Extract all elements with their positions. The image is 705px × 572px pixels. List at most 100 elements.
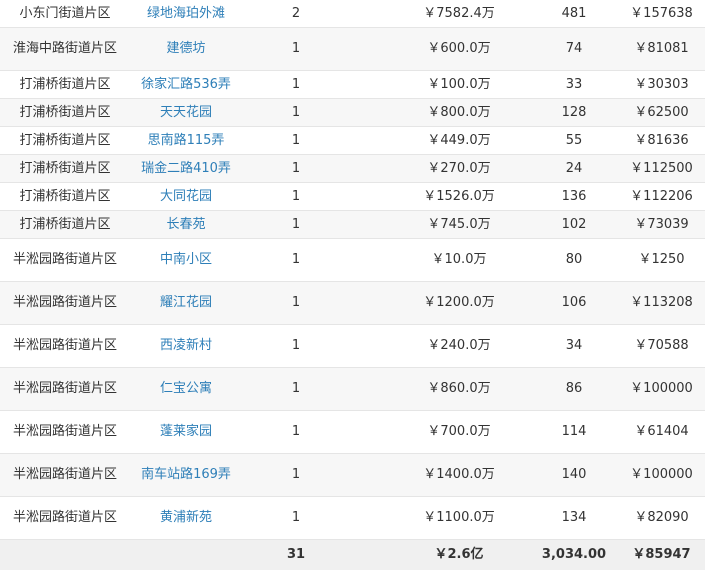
community-link[interactable]: 徐家汇路536弄 (130, 70, 242, 99)
unit-price-cell: ￥100000 (618, 453, 705, 497)
area-cell: 128 (530, 98, 618, 127)
amount-cell: ￥240.0万 (350, 324, 530, 368)
unit-price-cell: ￥81081 (618, 27, 705, 71)
unit-price-cell: ￥81636 (618, 126, 705, 155)
total-community-cell (130, 539, 242, 570)
community-link[interactable]: 南车站路169弄 (130, 453, 242, 497)
community-link[interactable]: 天天花园 (130, 98, 242, 127)
count-cell: 1 (242, 126, 350, 155)
total-unit-price: ￥85947 (618, 539, 705, 570)
community-link[interactable]: 大同花园 (130, 182, 242, 211)
unit-price-cell: ￥82090 (618, 496, 705, 540)
area-cell: 102 (530, 210, 618, 239)
count-cell: 1 (242, 238, 350, 282)
amount-cell: ￥449.0万 (350, 126, 530, 155)
count-cell: 1 (242, 70, 350, 99)
unit-price-cell: ￥62500 (618, 98, 705, 127)
total-amount: ￥2.6亿 (350, 539, 530, 570)
district-cell: 打浦桥街道片区 (0, 70, 130, 99)
count-cell: 2 (242, 0, 350, 28)
district-cell: 半淞园路街道片区 (0, 238, 130, 282)
unit-price-cell: ￥1250 (618, 238, 705, 282)
amount-cell: ￥600.0万 (350, 27, 530, 71)
district-cell: 半淞园路街道片区 (0, 281, 130, 325)
district-cell: 半淞园路街道片区 (0, 410, 130, 454)
count-cell: 1 (242, 210, 350, 239)
community-link[interactable]: 瑞金二路410弄 (130, 154, 242, 183)
amount-cell: ￥700.0万 (350, 410, 530, 454)
area-cell: 106 (530, 281, 618, 325)
district-cell: 小东门街道片区 (0, 0, 130, 28)
count-cell: 1 (242, 453, 350, 497)
total-count: 31 (242, 539, 350, 570)
area-cell: 140 (530, 453, 618, 497)
community-link[interactable]: 中南小区 (130, 238, 242, 282)
table-row: 小东门街道片区 绿地海珀外滩 2 ￥7582.4万 481 ￥157638 (0, 0, 705, 28)
table-row: 半淞园路街道片区 蓬莱家园 1 ￥700.0万 114 ￥61404 (0, 410, 705, 454)
community-link[interactable]: 西凌新村 (130, 324, 242, 368)
unit-price-cell: ￥100000 (618, 367, 705, 411)
count-cell: 1 (242, 324, 350, 368)
district-cell: 打浦桥街道片区 (0, 210, 130, 239)
community-link[interactable]: 长春苑 (130, 210, 242, 239)
unit-price-cell: ￥30303 (618, 70, 705, 99)
district-cell: 打浦桥街道片区 (0, 98, 130, 127)
amount-cell: ￥1200.0万 (350, 281, 530, 325)
total-area: 3,034.00 (530, 539, 618, 570)
district-cell: 半淞园路街道片区 (0, 453, 130, 497)
transactions-table: 小东门街道片区 绿地海珀外滩 2 ￥7582.4万 481 ￥157638 淮海中路街道片区… (0, 0, 705, 570)
area-cell: 134 (530, 496, 618, 540)
unit-price-cell: ￥61404 (618, 410, 705, 454)
district-cell: 半淞园路街道片区 (0, 324, 130, 368)
table-row: 打浦桥街道片区 瑞金二路410弄 1 ￥270.0万 24 ￥112500 (0, 154, 705, 183)
amount-cell: ￥1400.0万 (350, 453, 530, 497)
district-cell: 打浦桥街道片区 (0, 182, 130, 211)
amount-cell: ￥1100.0万 (350, 496, 530, 540)
area-cell: 136 (530, 182, 618, 211)
total-row: 31 ￥2.6亿 3,034.00 ￥85947 (0, 539, 705, 570)
area-cell: 80 (530, 238, 618, 282)
community-link[interactable]: 耀江花园 (130, 281, 242, 325)
unit-price-cell: ￥157638 (618, 0, 705, 28)
area-cell: 55 (530, 126, 618, 155)
table-body: 小东门街道片区 绿地海珀外滩 2 ￥7582.4万 481 ￥157638 淮海中路街道片区… (0, 0, 705, 570)
community-link[interactable]: 仁宝公寓 (130, 367, 242, 411)
unit-price-cell: ￥112500 (618, 154, 705, 183)
table-row: 淮海中路街道片区 建德坊 1 ￥600.0万 74 ￥81081 (0, 27, 705, 71)
district-cell: 半淞园路街道片区 (0, 496, 130, 540)
table-row: 半淞园路街道片区 仁宝公寓 1 ￥860.0万 86 ￥100000 (0, 367, 705, 411)
community-link[interactable]: 绿地海珀外滩 (130, 0, 242, 28)
table-row: 半淞园路街道片区 南车站路169弄 1 ￥1400.0万 140 ￥100000 (0, 453, 705, 497)
district-cell: 打浦桥街道片区 (0, 126, 130, 155)
count-cell: 1 (242, 496, 350, 540)
count-cell: 1 (242, 27, 350, 71)
total-district-cell (0, 539, 130, 570)
district-cell: 淮海中路街道片区 (0, 27, 130, 71)
table-row: 打浦桥街道片区 长春苑 1 ￥745.0万 102 ￥73039 (0, 210, 705, 239)
table-row: 打浦桥街道片区 徐家汇路536弄 1 ￥100.0万 33 ￥30303 (0, 70, 705, 99)
count-cell: 1 (242, 410, 350, 454)
amount-cell: ￥10.0万 (350, 238, 530, 282)
amount-cell: ￥745.0万 (350, 210, 530, 239)
community-link[interactable]: 建德坊 (130, 27, 242, 71)
area-cell: 24 (530, 154, 618, 183)
table-row: 半淞园路街道片区 耀江花园 1 ￥1200.0万 106 ￥113208 (0, 281, 705, 325)
count-cell: 1 (242, 182, 350, 211)
table-row: 打浦桥街道片区 天天花园 1 ￥800.0万 128 ￥62500 (0, 98, 705, 127)
community-link[interactable]: 蓬莱家园 (130, 410, 242, 454)
amount-cell: ￥7582.4万 (350, 0, 530, 28)
count-cell: 1 (242, 154, 350, 183)
area-cell: 481 (530, 0, 618, 28)
unit-price-cell: ￥70588 (618, 324, 705, 368)
area-cell: 114 (530, 410, 618, 454)
area-cell: 74 (530, 27, 618, 71)
amount-cell: ￥800.0万 (350, 98, 530, 127)
unit-price-cell: ￥73039 (618, 210, 705, 239)
table-row: 半淞园路街道片区 黄浦新苑 1 ￥1100.0万 134 ￥82090 (0, 496, 705, 540)
community-link[interactable]: 黄浦新苑 (130, 496, 242, 540)
community-link[interactable]: 思南路115弄 (130, 126, 242, 155)
amount-cell: ￥1526.0万 (350, 182, 530, 211)
table-row: 打浦桥街道片区 思南路115弄 1 ￥449.0万 55 ￥81636 (0, 126, 705, 155)
count-cell: 1 (242, 281, 350, 325)
district-cell: 打浦桥街道片区 (0, 154, 130, 183)
